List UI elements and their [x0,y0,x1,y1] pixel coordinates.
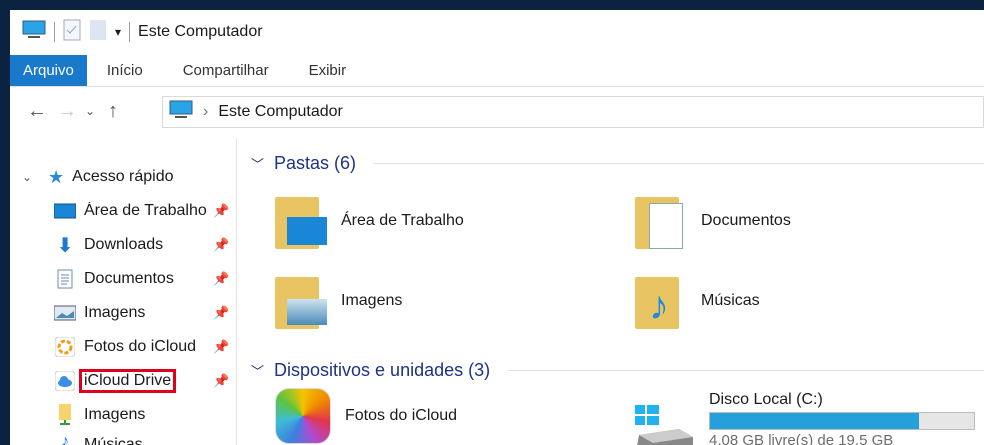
properties-icon[interactable] [63,19,81,46]
sidebar-item-area-de-trabalho[interactable]: Área de Trabalho 📌 [10,194,236,228]
disk-free-space: 4,08 GB livre(s) de 19,5 GB [709,432,894,445]
tab-inicio[interactable]: Início [87,55,163,86]
tab-arquivo[interactable]: Arquivo [10,55,87,86]
file-explorer-window: ▾ Este Computador Arquivo Início Compart… [10,10,984,445]
sidebar-item-label: Imagens [84,304,146,321]
pictures-library-icon [54,404,76,425]
device-label: Fotos do iCloud [345,407,458,424]
music-folder-icon: ♪ [635,273,687,329]
pin-icon[interactable]: 📌 [213,305,229,321]
windows-drive-icon [635,405,695,445]
icloud-photos-icon [275,388,331,444]
title-bar: ▾ Este Computador [10,10,984,54]
collapse-chevron-icon[interactable]: ﹀ [251,154,264,173]
group-header-pastas[interactable]: ﹀ Pastas (6) [251,148,984,178]
recent-locations-chevron-icon[interactable]: ⌄ [82,104,98,118]
group-header-dispositivos[interactable]: ﹀ Dispositivos e unidades (3) [251,355,984,385]
collapse-chevron-icon[interactable]: ﹀ [251,361,264,380]
sidebar-item-label: Documentos [84,270,174,287]
sidebar-item-label: Fotos do iCloud [84,338,197,355]
sidebar-item-imagens[interactable]: Imagens 📌 [10,296,236,330]
device-fotos-do-icloud[interactable]: Fotos do iCloud [275,388,457,444]
icloud-drive-icon [54,371,76,391]
device-label: Disco Local (C:) [709,391,823,408]
desktop-folder-icon [275,193,327,249]
new-folder-icon[interactable] [89,19,107,46]
document-icon [54,269,76,289]
expand-chevron-icon[interactable]: ⌄ [22,170,40,184]
sidebar-item-label: Downloads [84,236,164,253]
sidebar-item-label: iCloud Drive [79,369,177,393]
sidebar-item-imagens-2[interactable]: Imagens [10,398,236,432]
download-icon: ⬇ [56,234,74,257]
folder-imagens[interactable]: Imagens [275,273,402,329]
folder-label: Área de Trabalho [341,212,464,229]
sidebar-item-documentos[interactable]: Documentos 📌 [10,262,236,296]
sidebar-item-label: Área de Trabalho [84,202,207,219]
up-arrow-icon[interactable]: ↑ [98,100,128,123]
ribbon-tabs: Arquivo Início Compartilhar Exibir [10,55,984,87]
folder-area-de-trabalho[interactable]: Área de Trabalho [275,193,464,249]
disk-usage-bar [709,412,975,430]
computer-icon [169,100,193,125]
pictures-folder-icon [275,273,327,329]
group-title: Pastas (6) [274,152,357,173]
computer-icon [22,20,46,45]
icloud-photos-icon [54,337,76,357]
pin-icon[interactable]: 📌 [213,271,229,287]
music-icon: ♪ [61,433,69,445]
sidebar-item-label: Imagens [84,406,146,423]
sidebar-item-fotos-do-icloud[interactable]: Fotos do iCloud 📌 [10,330,236,364]
desktop-icon [54,201,76,221]
tab-compartilhar[interactable]: Compartilhar [163,55,289,86]
navigation-bar: ← → ⌄ ↑ › Este Computador [10,94,984,128]
folder-label: Músicas [701,292,760,309]
documents-folder-icon [635,193,687,249]
device-disco-local[interactable]: Disco Local (C:) 4,08 GB livre(s) de 19,… [635,391,975,445]
content-pane: ﹀ Pastas (6) Área de Trabalho Documentos … [245,138,984,445]
address-bar[interactable]: › Este Computador [162,96,984,128]
folder-documentos[interactable]: Documentos [635,193,791,249]
navigation-pane: ⌄ ★ Acesso rápido Área de Trabalho 📌 ⬇ Dow… [10,160,236,445]
forward-arrow-icon[interactable]: → [52,100,82,123]
folder-musicas[interactable]: ♪ Músicas [635,273,760,329]
pin-icon[interactable]: 📌 [213,373,229,389]
pin-icon[interactable]: 📌 [213,339,229,355]
sidebar-item-icloud-drive[interactable]: iCloud Drive 📌 [10,364,236,398]
sidebar-item-label: Músicas [84,436,143,445]
breadcrumb-chevron-icon: › [203,103,209,120]
sidebar-item-acesso-rapido[interactable]: ⌄ ★ Acesso rápido [10,160,236,194]
folder-label: Imagens [341,292,403,309]
window-title: Este Computador [138,23,263,40]
pin-icon[interactable]: 📌 [213,237,229,253]
pictures-icon [54,303,76,323]
pane-divider[interactable] [236,138,237,445]
breadcrumb-este-computador[interactable]: Este Computador [218,103,343,121]
tab-exibir[interactable]: Exibir [289,55,367,86]
sidebar-item-label: Acesso rápido [72,168,174,185]
group-title: Dispositivos e unidades (3) [274,359,491,380]
sidebar-item-musicas[interactable]: ♪ Músicas [10,432,236,445]
back-arrow-icon[interactable]: ← [22,100,52,123]
sidebar-item-downloads[interactable]: ⬇ Downloads 📌 [10,228,236,262]
star-icon: ★ [48,166,65,187]
pin-icon[interactable]: 📌 [213,203,229,219]
quick-access-toolbar-dropdown[interactable]: ▾ [115,25,121,39]
folder-label: Documentos [701,212,791,229]
disk-usage-fill [710,413,919,429]
